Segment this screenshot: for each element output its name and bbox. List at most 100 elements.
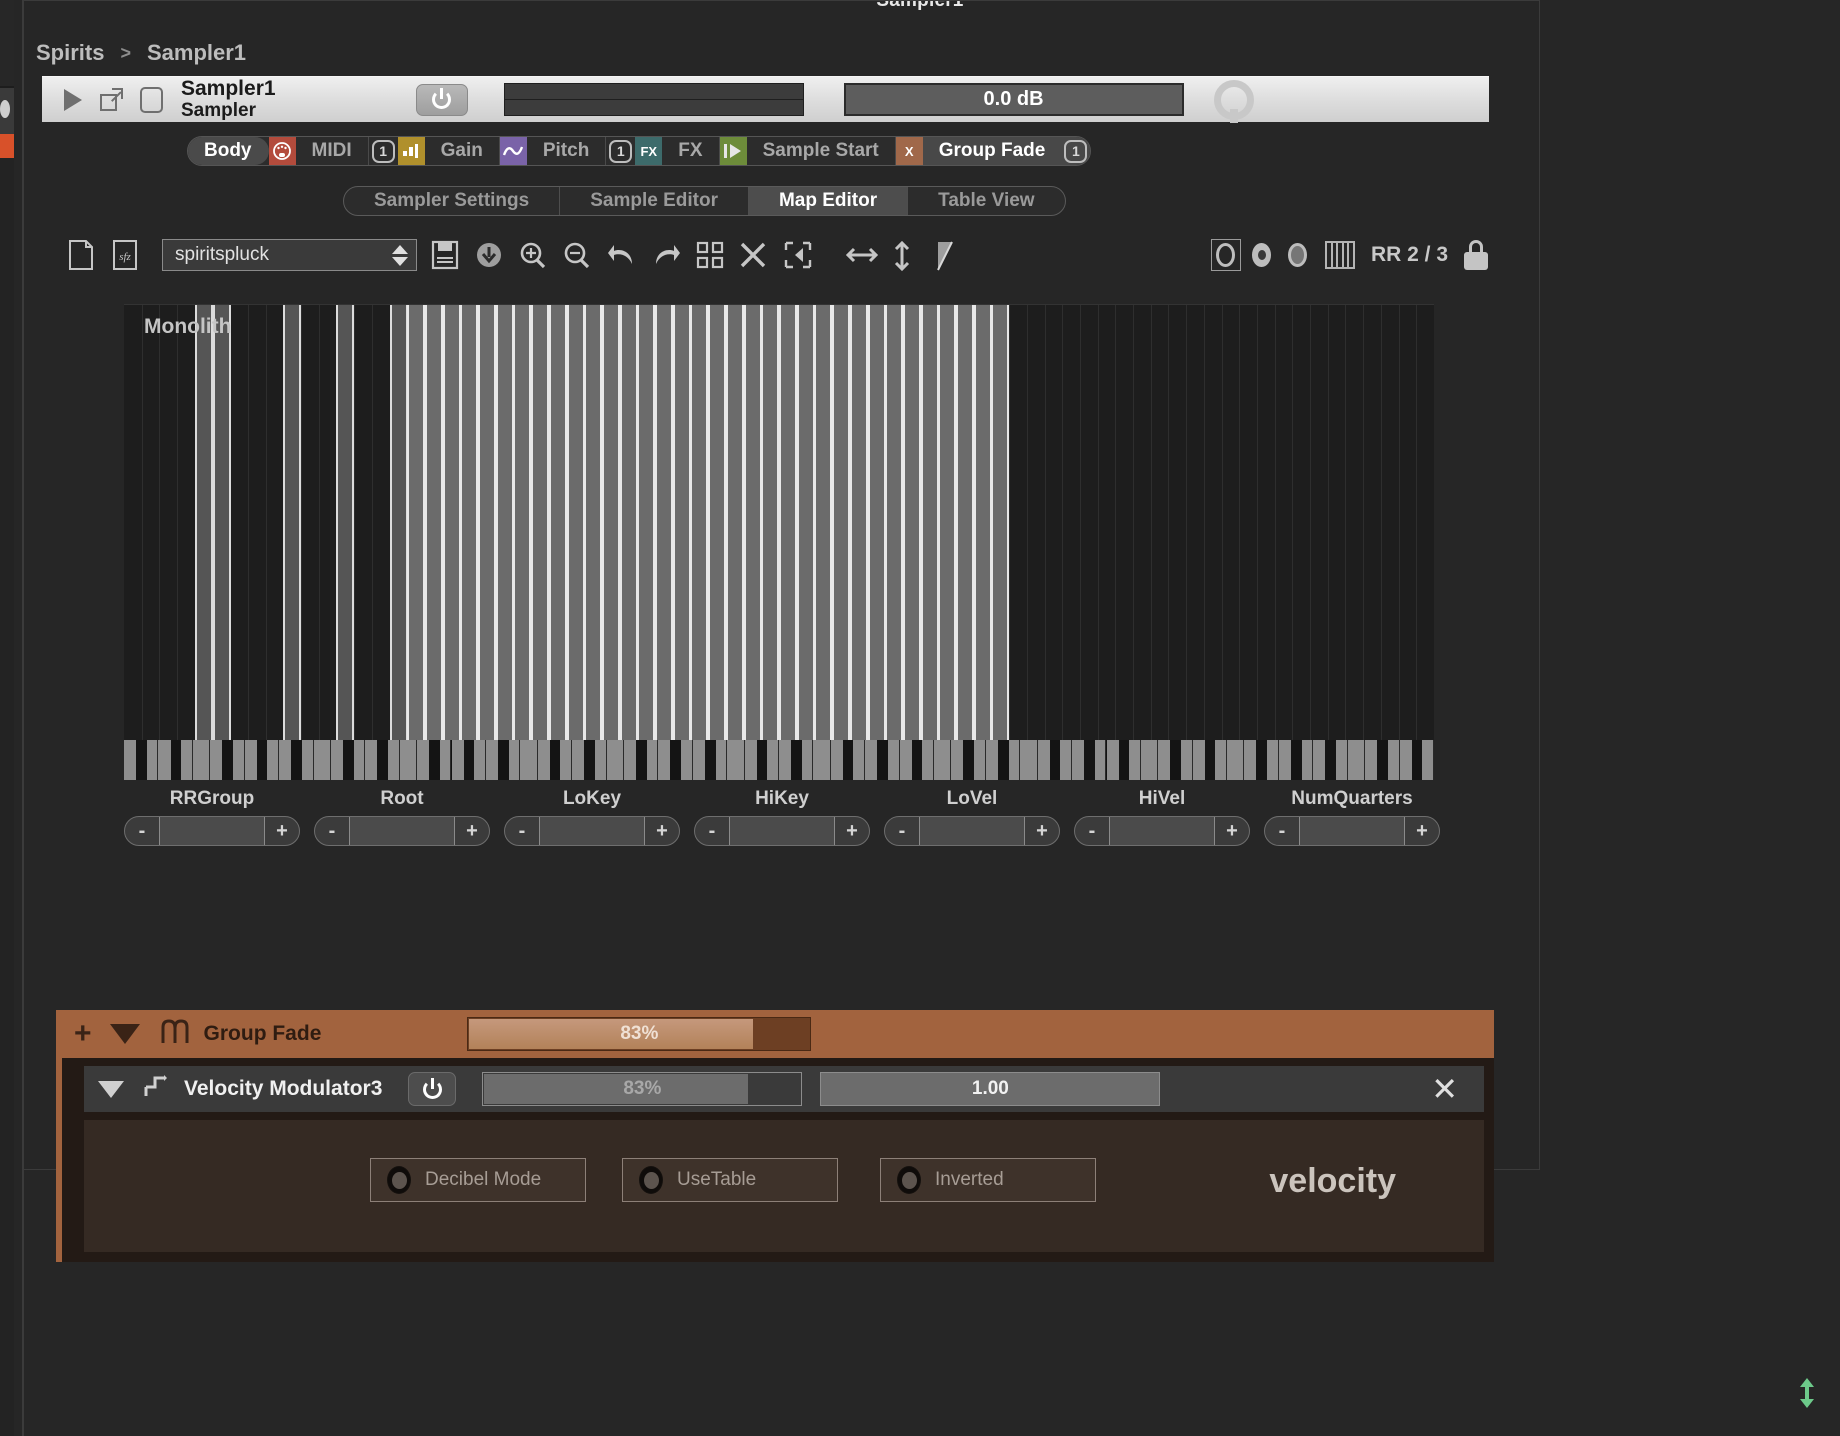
- piano-black-key[interactable]: [1204, 740, 1216, 780]
- piano-white-key[interactable]: [1347, 740, 1366, 780]
- resize-vertical-icon[interactable]: [889, 240, 919, 272]
- map-zone-selected[interactable]: [921, 305, 939, 749]
- piano-white-key[interactable]: [727, 740, 745, 780]
- piano-black-key[interactable]: [256, 740, 268, 780]
- map-zone-selected[interactable]: [744, 305, 762, 749]
- piano-black-key[interactable]: [429, 740, 440, 780]
- map-zone[interactable]: [390, 305, 408, 749]
- editor-tab-map-editor[interactable]: Map Editor: [748, 187, 909, 215]
- param-stepper[interactable]: - +: [694, 816, 870, 846]
- param-value[interactable]: [539, 817, 645, 845]
- map-zone-selected[interactable]: [425, 305, 443, 749]
- map-zone-selected[interactable]: [602, 305, 620, 749]
- map-zone-selected[interactable]: [832, 305, 850, 749]
- lock-icon[interactable]: [1464, 240, 1488, 270]
- map-zone[interactable]: [195, 305, 213, 749]
- piano-black-key[interactable]: [1118, 740, 1130, 780]
- piano-black-key[interactable]: [498, 740, 509, 780]
- map-zone-selected[interactable]: [637, 305, 655, 749]
- piano-black-key[interactable]: [1377, 740, 1388, 780]
- map-zone-selected[interactable]: [761, 305, 779, 749]
- map-zone-selected[interactable]: [531, 305, 549, 749]
- map-zone-selected[interactable]: [868, 305, 886, 749]
- chain-tab-pitch[interactable]: Pitch: [499, 137, 607, 165]
- param-stepper[interactable]: - +: [884, 816, 1060, 846]
- stepper-decrement[interactable]: -: [125, 817, 159, 845]
- map-zone-selected[interactable]: [850, 305, 868, 749]
- stepper-decrement[interactable]: -: [885, 817, 919, 845]
- undo-icon[interactable]: [607, 240, 637, 270]
- stepper-increment[interactable]: +: [1405, 817, 1439, 845]
- pan-knob[interactable]: [1213, 79, 1254, 123]
- param-stepper[interactable]: - +: [1264, 816, 1440, 846]
- rr-mode-dot-icon[interactable]: [1247, 239, 1277, 271]
- zoom-in-icon[interactable]: [519, 240, 549, 270]
- map-zone-selected[interactable]: [708, 305, 726, 749]
- piano-keyboard[interactable]: [124, 740, 1434, 780]
- sfz-file-icon[interactable]: sfz: [112, 240, 142, 270]
- map-zone-selected[interactable]: [938, 305, 956, 749]
- piano-black-key[interactable]: [911, 740, 923, 780]
- stepper-decrement[interactable]: -: [695, 817, 729, 845]
- param-stepper[interactable]: - +: [504, 816, 680, 846]
- resize-horizontal-icon[interactable]: [845, 240, 879, 270]
- toggle-decibel-mode[interactable]: Decibel Mode: [370, 1158, 586, 1202]
- map-zone-selected[interactable]: [726, 305, 744, 749]
- gain-field[interactable]: 0.0 dB: [843, 83, 1184, 116]
- map-zone-selected[interactable]: [903, 305, 921, 749]
- stepper-increment[interactable]: +: [1215, 817, 1249, 845]
- chain-tab-fx[interactable]: 1 FX FX: [606, 137, 720, 165]
- piano-black-key[interactable]: [291, 740, 302, 780]
- editor-tab-table-view[interactable]: Table View: [908, 187, 1064, 215]
- breadcrumb-current[interactable]: Sampler1: [147, 40, 246, 66]
- play-icon[interactable]: [64, 88, 82, 111]
- map-zone-selected[interactable]: [513, 305, 531, 749]
- piano-black-key[interactable]: [136, 740, 147, 780]
- toggle-usetable[interactable]: UseTable: [622, 1158, 838, 1202]
- keyboard-icon[interactable]: [1324, 241, 1355, 269]
- piano-black-key[interactable]: [1256, 740, 1268, 780]
- modulator-amount-slider[interactable]: 83%: [482, 1072, 803, 1106]
- piano-white-key[interactable]: [813, 740, 831, 780]
- collapse-triangle-icon[interactable]: [109, 1024, 140, 1044]
- add-modulator-icon[interactable]: +: [74, 1019, 92, 1049]
- param-value[interactable]: [1109, 817, 1215, 845]
- map-zone-selected[interactable]: [690, 305, 708, 749]
- crossfade-slope-icon[interactable]: [933, 240, 963, 271]
- piano-black-key[interactable]: [463, 740, 475, 780]
- map-zone[interactable]: [283, 305, 301, 749]
- stepper-increment[interactable]: +: [645, 817, 679, 845]
- stepper-increment[interactable]: +: [1025, 817, 1059, 845]
- chain-tab-midi[interactable]: MIDI: [268, 137, 369, 165]
- map-zone-selected[interactable]: [797, 305, 815, 749]
- map-zone[interactable]: [213, 305, 231, 749]
- piano-black-key[interactable]: [791, 740, 802, 780]
- modulator-scale-field[interactable]: 1.00: [820, 1072, 1161, 1106]
- piano-black-key[interactable]: [377, 740, 389, 780]
- spinner-updown-icon[interactable]: [392, 244, 408, 266]
- piano-black-key[interactable]: [963, 740, 975, 780]
- select-grid-icon[interactable]: [695, 240, 725, 270]
- piano-black-key[interactable]: [877, 740, 888, 780]
- zoom-out-icon[interactable]: [563, 240, 593, 270]
- piano-white-key[interactable]: [1227, 740, 1245, 780]
- rr-mode-solid-icon[interactable]: [1283, 239, 1313, 271]
- breadcrumb-parent[interactable]: Spirits: [36, 40, 104, 66]
- piano-black-key[interactable]: [1170, 740, 1181, 780]
- rr-mode-outline-icon[interactable]: [1210, 239, 1241, 271]
- piano-white-key[interactable]: [934, 740, 952, 780]
- piano-black-key[interactable]: [549, 740, 561, 780]
- map-editor-canvas[interactable]: Monolith: [124, 304, 1434, 749]
- piano-white-key[interactable]: [520, 740, 538, 780]
- piano-black-key[interactable]: [635, 740, 647, 780]
- stepper-increment[interactable]: +: [835, 817, 869, 845]
- piano-white-key[interactable]: [313, 740, 331, 780]
- resize-vertical-icon[interactable]: [1798, 1376, 1816, 1410]
- stepper-decrement[interactable]: -: [1075, 817, 1109, 845]
- group-fade-amount-slider[interactable]: 83%: [467, 1017, 812, 1051]
- map-zone-selected[interactable]: [673, 305, 691, 749]
- map-zone-selected[interactable]: [974, 305, 992, 749]
- piano-black-key[interactable]: [704, 740, 716, 780]
- param-value[interactable]: [1299, 817, 1405, 845]
- piano-black-key[interactable]: [1325, 740, 1337, 780]
